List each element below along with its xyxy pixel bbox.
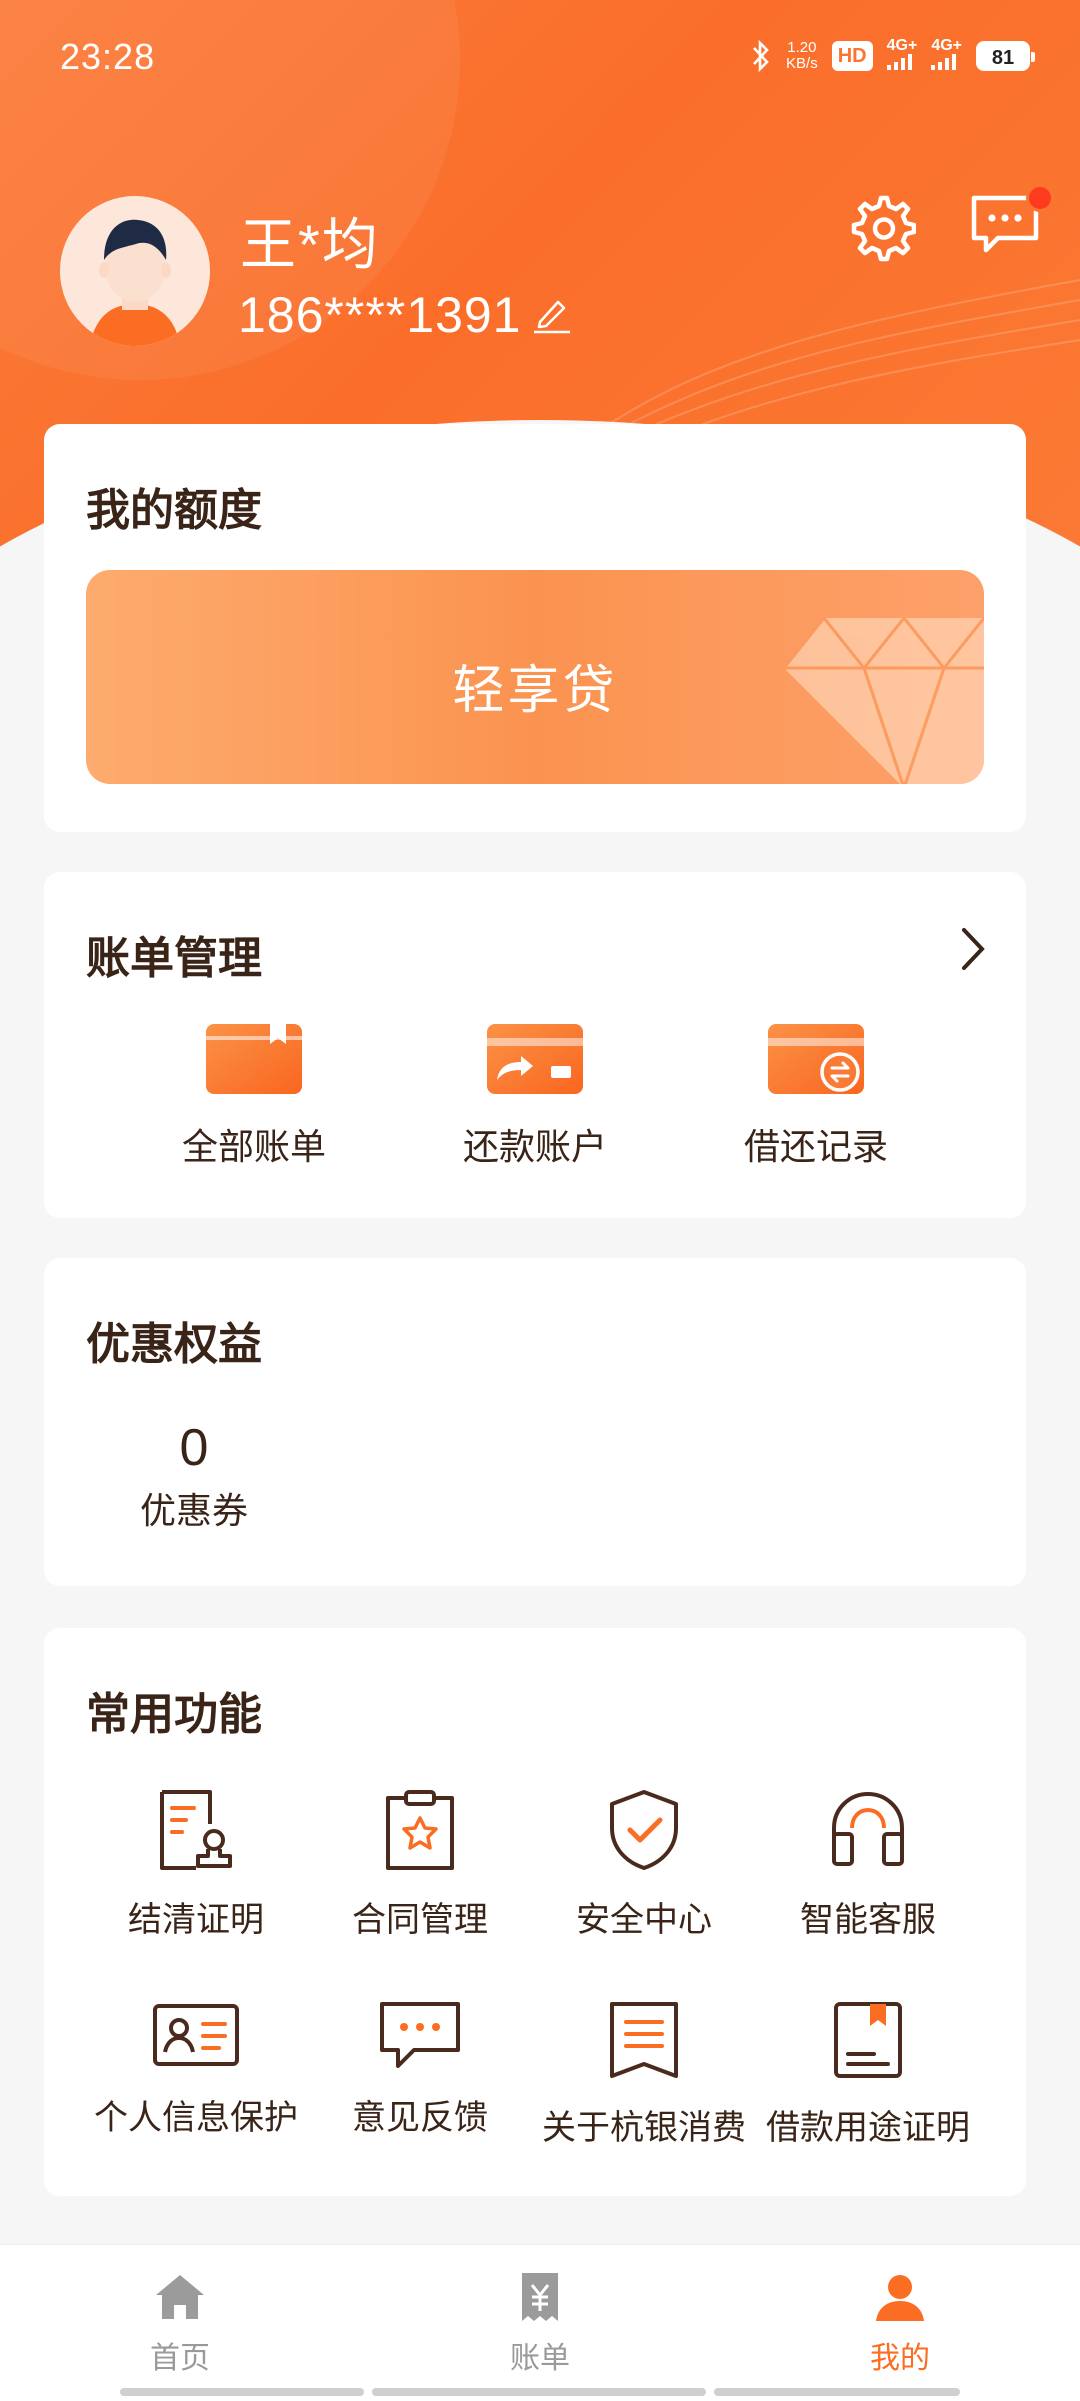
bill-item-label: 全部账单 <box>181 1126 326 1167</box>
bill-management-card: 账单管理 全部账单 还款账户 借还记录 <box>44 872 1026 1218</box>
credit-card: 我的额度 轻享贷 <box>44 424 1026 832</box>
signal-2-label: 4G+ <box>931 37 962 54</box>
bluetooth-icon <box>753 40 769 72</box>
signal-bars-icon <box>931 54 957 70</box>
card-transfer-icon <box>487 1024 583 1094</box>
book-icon <box>610 2002 678 2078</box>
coupon-label: 优惠券 <box>139 1490 248 1531</box>
gesture-bar-segment <box>714 2388 960 2396</box>
gear-icon[interactable] <box>846 192 916 262</box>
bill-item-label: 借还记录 <box>743 1126 888 1167</box>
diamond-icon <box>784 618 984 784</box>
common-functions-title: 常用功能 <box>86 1690 262 1739</box>
header-wave-lines <box>600 279 1080 450</box>
gesture-bar-segment <box>372 2388 706 2396</box>
net-speed-value: 1.20 <box>787 39 817 56</box>
credit-title: 我的额度 <box>86 486 262 535</box>
tab-label: 账单 <box>510 2342 570 2375</box>
contract-icon <box>386 1790 454 1870</box>
bill-item-label: 还款账户 <box>462 1126 607 1167</box>
tab-mine[interactable]: 我的 <box>800 2271 1000 2377</box>
benefits-title: 优惠权益 <box>86 1320 262 1369</box>
headset-icon <box>832 1791 904 1866</box>
bill-icon <box>522 2273 558 2321</box>
func-label: 安全中心 <box>576 1901 712 1939</box>
func-label: 智能客服 <box>800 1901 936 1939</box>
func-personal-info-protection[interactable]: 个人信息保护 <box>84 2000 308 2139</box>
person-icon <box>876 2275 924 2321</box>
user-name: 王*均 <box>240 213 380 276</box>
func-smart-service[interactable]: 智能客服 <box>756 1788 980 1941</box>
signal-2: 4G+ <box>931 38 962 74</box>
bookmark-doc-icon <box>834 2002 902 2078</box>
home-icon <box>156 2275 204 2319</box>
shield-icon <box>610 1790 678 1870</box>
status-icons: 1.20 KB/s HD 4G+ 4G+ 81 <box>750 37 1035 74</box>
tab-home[interactable]: 首页 <box>80 2271 280 2377</box>
avatar-person-icon <box>60 196 210 346</box>
settlement-certificate-icon <box>160 1790 232 1870</box>
card-exchange-icon <box>768 1024 864 1094</box>
chat-bubble-icon <box>380 2002 460 2068</box>
func-label: 个人信息保护 <box>94 2099 298 2137</box>
user-phone: 186****1391 <box>238 287 522 343</box>
func-label: 合同管理 <box>352 1901 488 1939</box>
signal-1-label: 4G+ <box>886 37 918 54</box>
func-feedback[interactable]: 意见反馈 <box>308 2000 532 2139</box>
message-unread-dot <box>1026 184 1054 212</box>
net-speed: 1.20 KB/s <box>786 40 818 72</box>
benefits-card: 优惠权益 0 优惠券 <box>44 1258 1026 1586</box>
common-functions-card: 常用功能 结清证明 合同管理 安全中心 智能客服 个人信息保护 意见反馈 关于杭… <box>44 1628 1026 2196</box>
battery-icon: 81 <box>976 41 1035 71</box>
func-label: 结清证明 <box>128 1901 264 1939</box>
chevron-right-icon[interactable] <box>958 924 988 974</box>
func-security-center[interactable]: 安全中心 <box>532 1788 756 1941</box>
id-card-icon <box>153 2004 239 2066</box>
func-label: 意见反馈 <box>352 2099 488 2137</box>
bill-management-title: 账单管理 <box>86 934 262 983</box>
tab-label: 我的 <box>870 2342 930 2375</box>
bill-item-all-bills[interactable]: 全部账单 <box>104 1022 404 1172</box>
func-about-company[interactable]: 关于杭银消费 <box>532 2000 756 2149</box>
gesture-bar-segment <box>120 2388 364 2396</box>
edit-pencil-icon[interactable] <box>530 292 574 336</box>
signal-1: 4G+ <box>886 37 918 74</box>
func-settlement-certificate[interactable]: 结清证明 <box>84 1788 308 1941</box>
status-time: 23:28 <box>60 36 156 77</box>
tab-bills[interactable]: 账单 <box>440 2271 640 2377</box>
hd-badge: HD <box>831 41 873 71</box>
wallet-icon <box>206 1024 302 1094</box>
signal-bars-icon <box>886 54 912 70</box>
func-contract-management[interactable]: 合同管理 <box>308 1788 532 1941</box>
coupon-count: 0 <box>179 1419 209 1477</box>
coupon-entry[interactable]: 0 优惠券 <box>104 1418 284 1534</box>
credit-product-banner[interactable]: 轻享贷 <box>86 570 984 784</box>
bill-item-borrow-repay-records[interactable]: 借还记录 <box>666 1022 966 1172</box>
func-loan-purpose-certificate[interactable]: 借款用途证明 <box>756 2000 980 2149</box>
status-bar: 23:28 1.20 KB/s HD 4G+ 4G+ 81 <box>0 0 1080 110</box>
net-speed-unit: KB/s <box>786 55 818 72</box>
func-label: 借款用途证明 <box>766 2109 970 2147</box>
bill-item-repay-account[interactable]: 还款账户 <box>385 1022 685 1172</box>
func-label: 关于杭银消费 <box>542 2109 746 2147</box>
bottom-tab-bar: 首页 账单 我的 <box>0 2244 1080 2401</box>
avatar[interactable] <box>60 196 210 346</box>
tab-label: 首页 <box>150 2342 210 2375</box>
